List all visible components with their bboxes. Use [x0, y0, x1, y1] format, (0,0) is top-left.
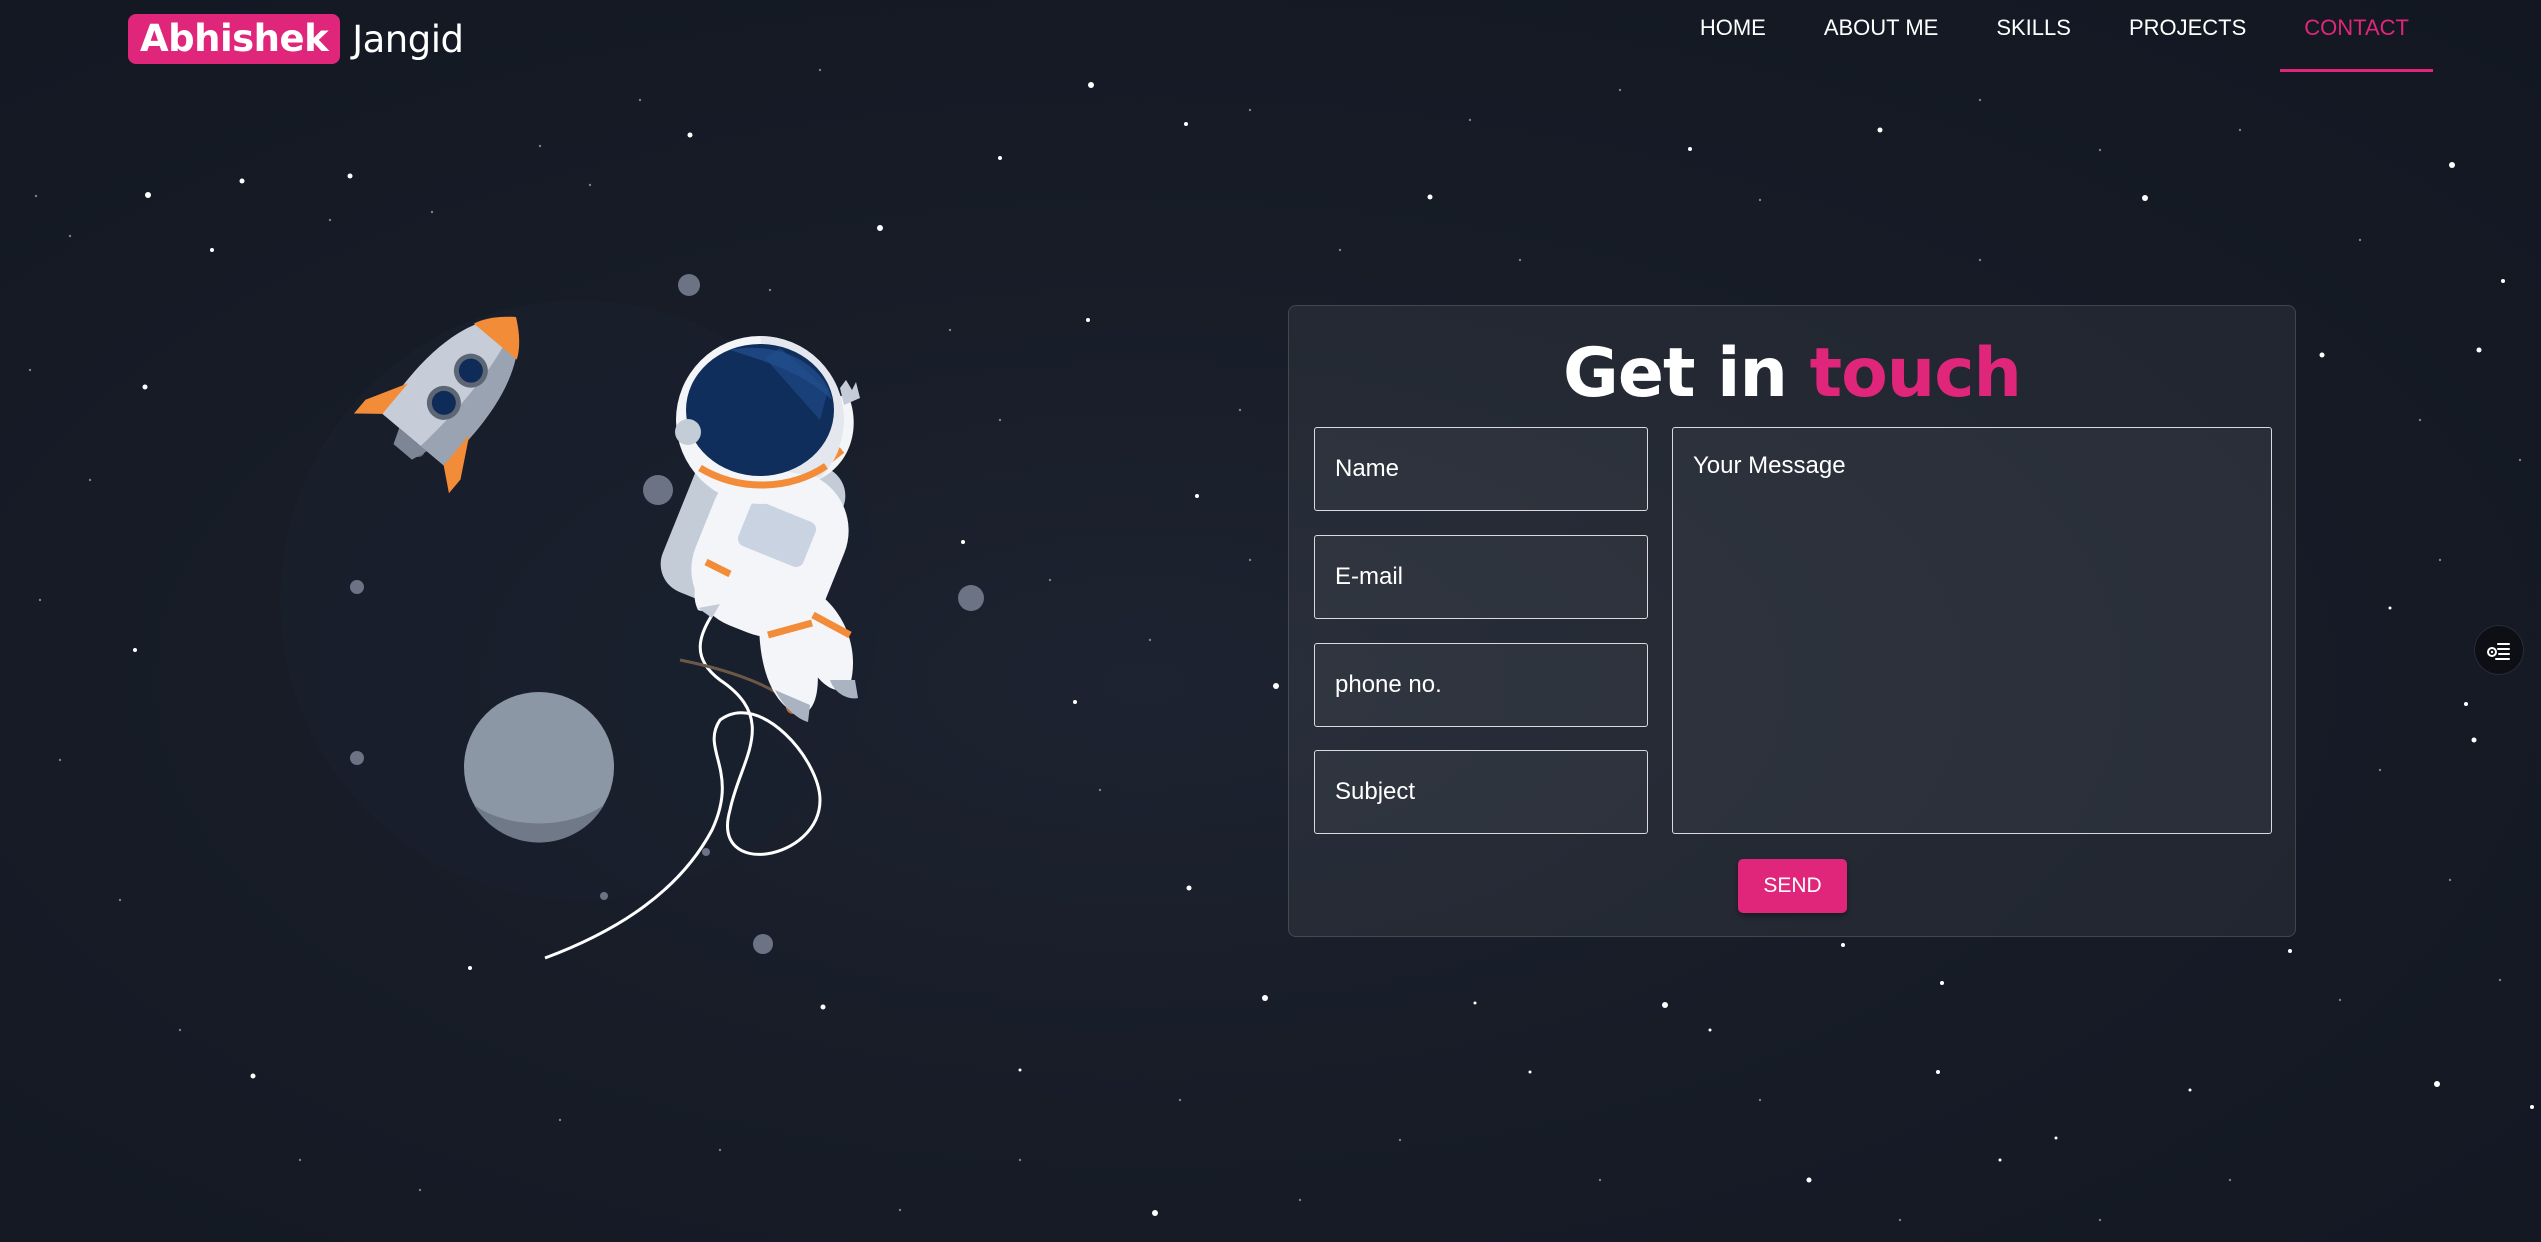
nav-skills[interactable]: SKILLS	[1972, 0, 2095, 64]
nav-contact-label: CONTACT	[2304, 15, 2409, 40]
nav-active-underline	[2280, 69, 2433, 72]
title-main: Get in	[1563, 334, 1788, 413]
astronaut-illustration	[280, 274, 984, 960]
title-accent: touch	[1809, 334, 2022, 413]
brand-last-name: Jangid	[352, 17, 464, 61]
nav-projects[interactable]: PROJECTS	[2105, 0, 2270, 64]
nav-home[interactable]: HOME	[1676, 0, 1790, 64]
main-nav: HOME ABOUT ME SKILLS PROJECTS CONTACT	[1666, 0, 2433, 72]
email-input[interactable]	[1314, 535, 1648, 619]
nav-about-me[interactable]: ABOUT ME	[1800, 0, 1963, 64]
brand-logo[interactable]: Abhishek Jangid	[128, 14, 464, 64]
brand-first-name: Abhishek	[128, 14, 341, 64]
contact-title: Get in touch	[1289, 332, 2295, 416]
phone-input[interactable]	[1314, 643, 1648, 727]
side-settings-button[interactable]	[2475, 626, 2523, 674]
nav-contact[interactable]: CONTACT	[2280, 0, 2433, 72]
contact-form-card: Get in touch SEND	[1288, 305, 2296, 937]
message-textarea[interactable]	[1672, 427, 2272, 834]
planet	[464, 692, 614, 843]
name-input[interactable]	[1314, 427, 1648, 511]
settings-list-icon	[2487, 643, 2510, 660]
send-button[interactable]: SEND	[1738, 859, 1847, 913]
subject-input[interactable]	[1314, 750, 1648, 834]
